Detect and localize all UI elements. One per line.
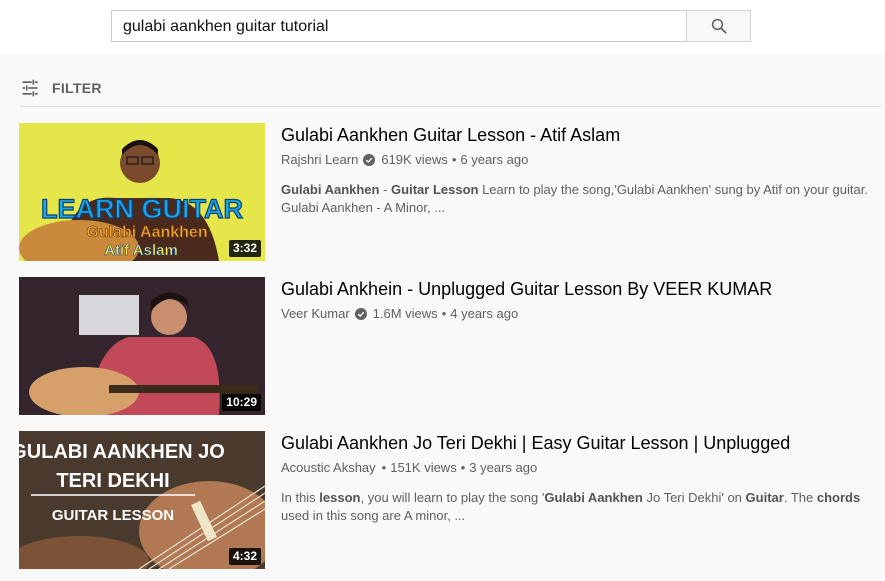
video-description: In this lesson, you will learn to play t…: [281, 489, 873, 525]
channel-name[interactable]: Rajshri Learn: [281, 151, 358, 169]
description-text: In this: [281, 490, 320, 505]
video-title[interactable]: Gulabi Aankhen Guitar Lesson - Atif Asla…: [281, 123, 881, 147]
description-keyword: Gulabi Aankhen: [281, 182, 380, 197]
description-keyword: Guitar Lesson: [391, 182, 479, 197]
video-thumbnail[interactable]: 10:29: [19, 277, 265, 415]
search-query: gulabi aankhen guitar tutorial: [123, 18, 329, 35]
channel-name[interactable]: Acoustic Akshay: [281, 459, 376, 477]
search-button[interactable]: [686, 10, 751, 42]
thumb-text-1: GULABI AANKHEN JO: [19, 441, 225, 463]
meta-separator: •: [460, 460, 466, 475]
verified-check-icon: [354, 308, 367, 320]
thumb-text-2: Gulabi Aankhen: [86, 224, 207, 241]
meta-separator: •: [451, 152, 457, 167]
description-text: , you will learn to play the song ': [360, 490, 545, 505]
thumbnail-image: LEARN GUITAR Gulabi Aankhen Atif Aslam: [19, 123, 265, 261]
filter-sliders-icon: [22, 79, 38, 97]
filter-button[interactable]: FILTER: [20, 76, 102, 100]
search-icon: [711, 18, 727, 34]
description-keyword: chords: [816, 490, 861, 505]
description-text: -: [379, 182, 392, 197]
upload-age: 6 years ago: [460, 152, 529, 167]
view-count: 151K views: [390, 460, 457, 475]
thumb-text-3: GUITAR LESSON: [52, 507, 174, 524]
video-result[interactable]: LEARN GUITAR Gulabi Aankhen Atif Aslam 3…: [19, 123, 885, 261]
view-count: 619K views: [381, 152, 448, 167]
verified-check-icon: [363, 154, 376, 166]
video-result[interactable]: GULABI AANKHEN JO TERI DEKHI GUITAR LESS…: [19, 431, 885, 569]
video-thumbnail[interactable]: LEARN GUITAR Gulabi Aankhen Atif Aslam 3…: [19, 123, 265, 261]
view-count: 1.6M views: [372, 306, 438, 321]
upload-age: 3 years ago: [469, 460, 538, 475]
thumb-text-2: TERI DEKHI: [56, 470, 169, 492]
video-thumbnail[interactable]: GULABI AANKHEN JO TERI DEKHI GUITAR LESS…: [19, 431, 265, 569]
upload-age: 4 years ago: [450, 306, 519, 321]
top-bar: gulabi aankhen guitar tutorial: [0, 0, 885, 54]
description-keyword: Gulabi Aankhen: [544, 490, 643, 505]
description-text: Jo Teri Dekhi' on: [642, 490, 746, 505]
thumb-text-1: LEARN GUITAR: [41, 194, 243, 224]
video-title[interactable]: Gulabi Aankhen Jo Teri Dekhi | Easy Guit…: [281, 431, 881, 455]
meta-separator: •: [381, 460, 387, 475]
description-keyword: Guitar: [745, 490, 784, 505]
description-text: . The: [783, 490, 817, 505]
search-input[interactable]: gulabi aankhen guitar tutorial: [111, 10, 687, 42]
filter-divider: [20, 106, 882, 107]
video-title[interactable]: Gulabi Ankhein - Unplugged Guitar Lesson…: [281, 277, 881, 301]
duration-badge: 10:29: [222, 394, 261, 411]
video-result[interactable]: 10:29 Gulabi Ankhein - Unplugged Guitar …: [19, 277, 885, 415]
thumb-text-3: Atif Aslam: [104, 242, 178, 259]
channel-name[interactable]: Veer Kumar: [281, 305, 350, 323]
video-description: Gulabi Aankhen - Guitar Lesson Learn to …: [281, 181, 873, 217]
duration-badge: 4:32: [228, 548, 261, 565]
description-text: used in this song are A minor, ...: [281, 508, 466, 523]
duration-badge: 3:32: [228, 240, 261, 257]
filter-label: FILTER: [52, 80, 102, 96]
thumbnail-image: GULABI AANKHEN JO TERI DEKHI GUITAR LESS…: [19, 431, 265, 569]
meta-separator: •: [441, 306, 447, 321]
description-keyword: lesson: [319, 490, 361, 505]
